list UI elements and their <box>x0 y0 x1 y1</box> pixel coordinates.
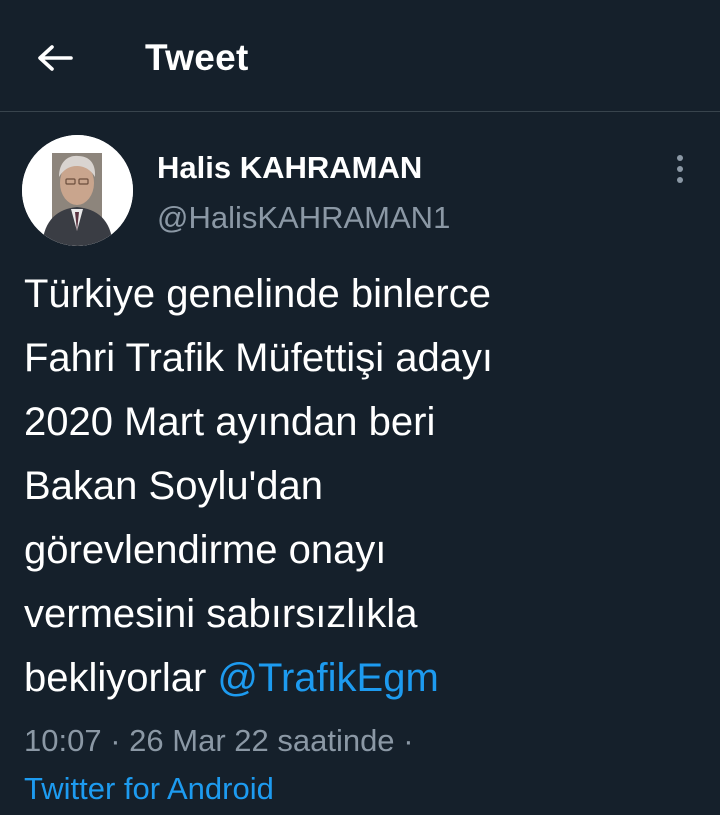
author-handle[interactable]: @HalisKAHRAMAN1 <box>157 199 450 237</box>
avatar[interactable] <box>22 135 133 246</box>
tweet-text-line: Türkiye genelinde binlerce <box>24 272 491 316</box>
more-options-button[interactable] <box>660 149 700 189</box>
tweet-time[interactable]: 10:07 <box>24 723 102 758</box>
tweet-text: Türkiye genelinde binlerce Fahri Trafik … <box>24 262 704 710</box>
tweet-date[interactable]: 26 Mar 22 saatinde <box>129 723 394 758</box>
back-button[interactable] <box>30 36 80 80</box>
arrow-left-icon <box>38 45 73 71</box>
profile-photo <box>22 135 133 246</box>
meta-separator: · <box>110 723 121 758</box>
tweet-text-line: 2020 Mart ayından beri <box>24 400 436 444</box>
meta-separator: · <box>403 723 414 758</box>
tweet-source-link[interactable]: Twitter for Android <box>24 769 274 809</box>
tweet-text-line: Bakan Soylu'dan <box>24 464 323 508</box>
tweet-text-line: görevlendirme onayı <box>24 528 387 572</box>
tweet-text-line: vermesini sabırsızlıkla <box>24 592 418 636</box>
mention-link[interactable]: @TrafikEgm <box>217 656 438 700</box>
tweet-text-line: Fahri Trafik Müfettişi adayı <box>24 336 494 380</box>
tweet-detail: Halis KAHRAMAN @HalisKAHRAMAN1 Türkiye g… <box>0 113 720 815</box>
tweet-text-last-line: bekliyorlar @TrafikEgm <box>24 646 704 710</box>
page-title: Tweet <box>145 37 249 78</box>
top-bar: Tweet <box>0 0 720 112</box>
author-display-name[interactable]: Halis KAHRAMAN <box>157 149 422 187</box>
vertical-ellipsis-icon <box>677 155 683 183</box>
tweet-timestamp: 10:07 · 26 Mar 22 saatinde · <box>24 721 414 761</box>
tweet-text-line: bekliyorlar <box>24 656 207 700</box>
